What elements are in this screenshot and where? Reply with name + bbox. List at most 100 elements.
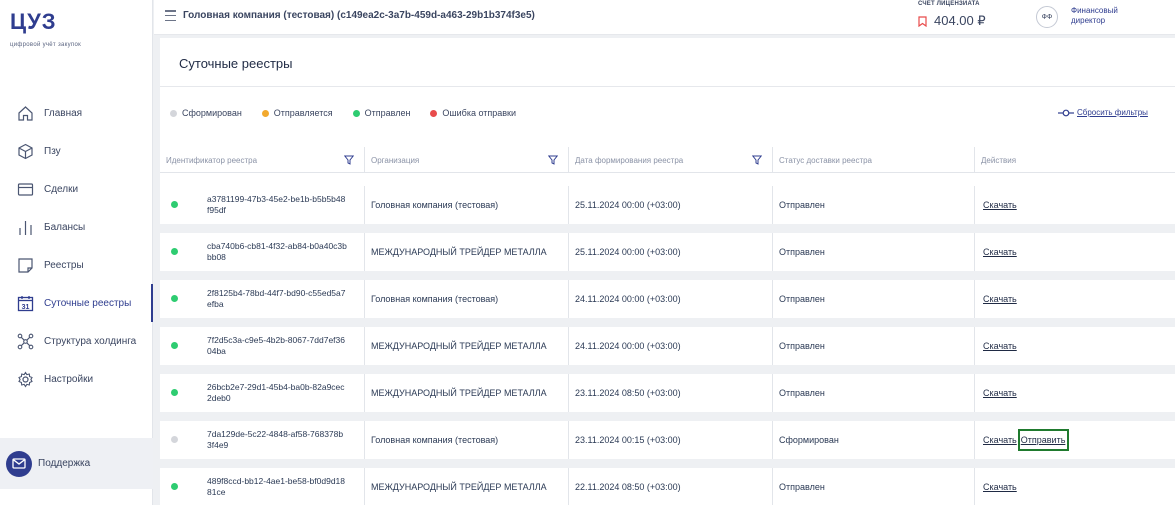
- table-header: Идентификатор реестра Организация Дата фор…: [160, 147, 1175, 173]
- legend-item: Отправлен: [352, 108, 410, 118]
- avatar[interactable]: ФФ: [1036, 6, 1058, 28]
- reset-filters-link[interactable]: Сбросить фильтры: [1058, 108, 1148, 117]
- cell-organization: МЕЖДУНАРОДНЫЙ ТРЕЙДЕР МЕТАЛЛА: [364, 327, 568, 365]
- sidebar-item-7[interactable]: Настройки: [0, 360, 153, 398]
- table-row[interactable]: cba740b6-cb81-4f32-ab84-b0a40c3bbb08 МЕЖД…: [160, 233, 1175, 271]
- organization-name: МЕЖДУНАРОДНЫЙ ТРЕЙДЕР МЕТАЛЛА: [371, 388, 547, 398]
- cell-organization: Головная компания (тестовая): [364, 421, 568, 459]
- cell-organization: Головная компания (тестовая): [364, 186, 568, 224]
- registry-date: 23.11.2024 08:50 (+03:00): [575, 388, 681, 398]
- status-dot: [171, 295, 178, 302]
- registry-id: 26bcb2e7-29d1-45b4-ba0b-82a9cec2deb0: [207, 382, 345, 403]
- organization-name: МЕЖДУНАРОДНЫЙ ТРЕЙДЕР МЕТАЛЛА: [371, 341, 547, 351]
- sidebar-item-0[interactable]: Главная: [0, 94, 153, 132]
- cell-date: 25.11.2024 00:00 (+03:00): [568, 186, 772, 224]
- status-dot: [352, 109, 360, 117]
- registry-date: 25.11.2024 00:00 (+03:00): [575, 247, 681, 257]
- bookmark-icon: [918, 15, 927, 27]
- app-logo: ЦУЗ: [10, 9, 57, 34]
- cell-date: 24.11.2024 00:00 (+03:00): [568, 327, 772, 365]
- organization-name: Головная компания (тестовая): [371, 294, 499, 304]
- sidebar-item-3[interactable]: Балансы: [0, 208, 153, 246]
- support-label: Поддержка: [38, 458, 91, 469]
- row-gap: [160, 224, 1175, 233]
- organization-name: Головная компания (тестовая): [371, 200, 499, 210]
- account-value: 404.00 ₽: [934, 13, 986, 28]
- sidebar-item-label: Сделки: [44, 183, 79, 195]
- table-row[interactable]: 489f8ccd-bb12-4ae1-be58-bf0d9d1881ce МЕЖД…: [160, 468, 1175, 505]
- sidebar-item-5[interactable]: 31 Суточные реестры: [0, 284, 153, 322]
- calendar-31-icon: 31: [16, 294, 34, 312]
- note-icon: [16, 256, 34, 274]
- registry-date: 24.11.2024 00:00 (+03:00): [575, 341, 681, 351]
- filter-icon[interactable]: [548, 155, 558, 165]
- filter-icon[interactable]: [344, 155, 354, 165]
- download-link[interactable]: Скачать: [983, 341, 1017, 351]
- cell-date: 23.11.2024 08:50 (+03:00): [568, 374, 772, 412]
- download-link[interactable]: Скачать: [983, 482, 1017, 492]
- registry-date: 23.11.2024 00:15 (+03:00): [575, 435, 681, 445]
- download-link[interactable]: Скачать: [983, 435, 1017, 445]
- status-dot: [171, 201, 178, 208]
- registry-date: 22.11.2024 08:50 (+03:00): [575, 482, 681, 492]
- organization-name: Головная компания (тестовая): [371, 435, 499, 445]
- registry-date: 25.11.2024 00:00 (+03:00): [575, 200, 681, 210]
- bars-icon: [16, 218, 34, 236]
- cell-actions: Скачать: [974, 327, 1175, 365]
- cell-status: Отправлен: [772, 327, 974, 365]
- cell-actions: Скачать: [974, 374, 1175, 412]
- cell-date: 22.11.2024 08:50 (+03:00): [568, 468, 772, 505]
- cell-id: cba740b6-cb81-4f32-ab84-b0a40c3bbb08: [160, 233, 364, 271]
- deals-icon: [16, 180, 34, 198]
- sidebar-item-2[interactable]: Сделки: [0, 170, 153, 208]
- status-dot: [171, 389, 178, 396]
- column-header-label: Статус доставки реестра: [779, 155, 873, 165]
- column-header-label: Дата формирования реестра: [575, 155, 684, 165]
- table-row[interactable]: a3781199-47b3-45e2-be1b-b5b5b48f95df Голо…: [160, 186, 1175, 224]
- cell-organization: МЕЖДУНАРОДНЫЙ ТРЕЙДЕР МЕТАЛЛА: [364, 233, 568, 271]
- delivery-status: Отправлен: [779, 388, 825, 398]
- cell-organization: Головная компания (тестовая): [364, 280, 568, 318]
- status-dot: [171, 483, 178, 490]
- status-dot: [170, 109, 177, 117]
- sidebar-item-label: Суточные реестры: [44, 297, 132, 309]
- download-link[interactable]: Скачать: [983, 388, 1017, 398]
- column-header: Дата формирования реестра: [568, 147, 772, 173]
- column-header-label: Действия: [981, 155, 1017, 165]
- registry-date: 24.11.2024 00:00 (+03:00): [575, 294, 681, 304]
- sidebar-item-6[interactable]: Структура холдинга: [0, 322, 153, 360]
- table-row[interactable]: 2f8125b4-78bd-44f7-bd90-c55ed5a7efba Голо…: [160, 280, 1175, 318]
- registry-id: a3781199-47b3-45e2-be1b-b5b5b48f95df: [207, 194, 346, 215]
- sidebar-item-label: Реестры: [44, 259, 84, 271]
- download-link[interactable]: Скачать: [983, 200, 1017, 210]
- sidebar-item-label: Пзу: [44, 145, 61, 157]
- sidebar-item-label: Главная: [44, 107, 83, 119]
- legend-item: Отправляется: [261, 108, 333, 118]
- filter-icon[interactable]: [752, 155, 762, 165]
- structure-icon: [16, 332, 34, 350]
- support-button[interactable]: Поддержка: [0, 438, 153, 489]
- svg-text:31: 31: [21, 304, 29, 311]
- table-row[interactable]: 7da129de-5c22-4848-af58-768378b3f4e9 Голо…: [160, 421, 1175, 459]
- cell-id: 26bcb2e7-29d1-45b4-ba0b-82a9cec2deb0: [160, 374, 364, 412]
- sidebar-item-1[interactable]: Пзу: [0, 132, 153, 170]
- registry-id: 7f2d5c3a-c9e5-4b2b-8067-7dd7ef3604ba: [207, 335, 346, 356]
- download-link[interactable]: Скачать: [983, 247, 1017, 257]
- download-link[interactable]: Скачать: [983, 294, 1017, 304]
- column-header: Идентификатор реестра: [160, 147, 364, 173]
- company-title: Головная компания (тестовая) (c149ea2c-3…: [183, 10, 535, 21]
- divider: [160, 86, 1175, 87]
- table-row[interactable]: 7f2d5c3a-c9e5-4b2b-8067-7dd7ef3604ba МЕЖД…: [160, 327, 1175, 365]
- top-bar: Головная компания (тестовая) (c149ea2c-3…: [154, 0, 1175, 35]
- table-row[interactable]: 26bcb2e7-29d1-45b4-ba0b-82a9cec2deb0 МЕЖД…: [160, 374, 1175, 412]
- registry-id: cba740b6-cb81-4f32-ab84-b0a40c3bbb08: [207, 241, 347, 262]
- main-content: Суточные реестры Сформирован Отправляется…: [160, 38, 1175, 505]
- sidebar-item-4[interactable]: Реестры: [0, 246, 153, 284]
- send-button[interactable]: Отправить: [1017, 429, 1070, 451]
- column-header: Организация: [364, 147, 568, 173]
- cell-id: 7da129de-5c22-4848-af58-768378b3f4e9: [160, 421, 364, 459]
- user-role[interactable]: Финансовый директор: [1071, 6, 1141, 26]
- menu-icon[interactable]: [165, 10, 176, 21]
- legend-item: Сформирован: [170, 108, 242, 118]
- cell-actions: Скачать: [974, 186, 1175, 224]
